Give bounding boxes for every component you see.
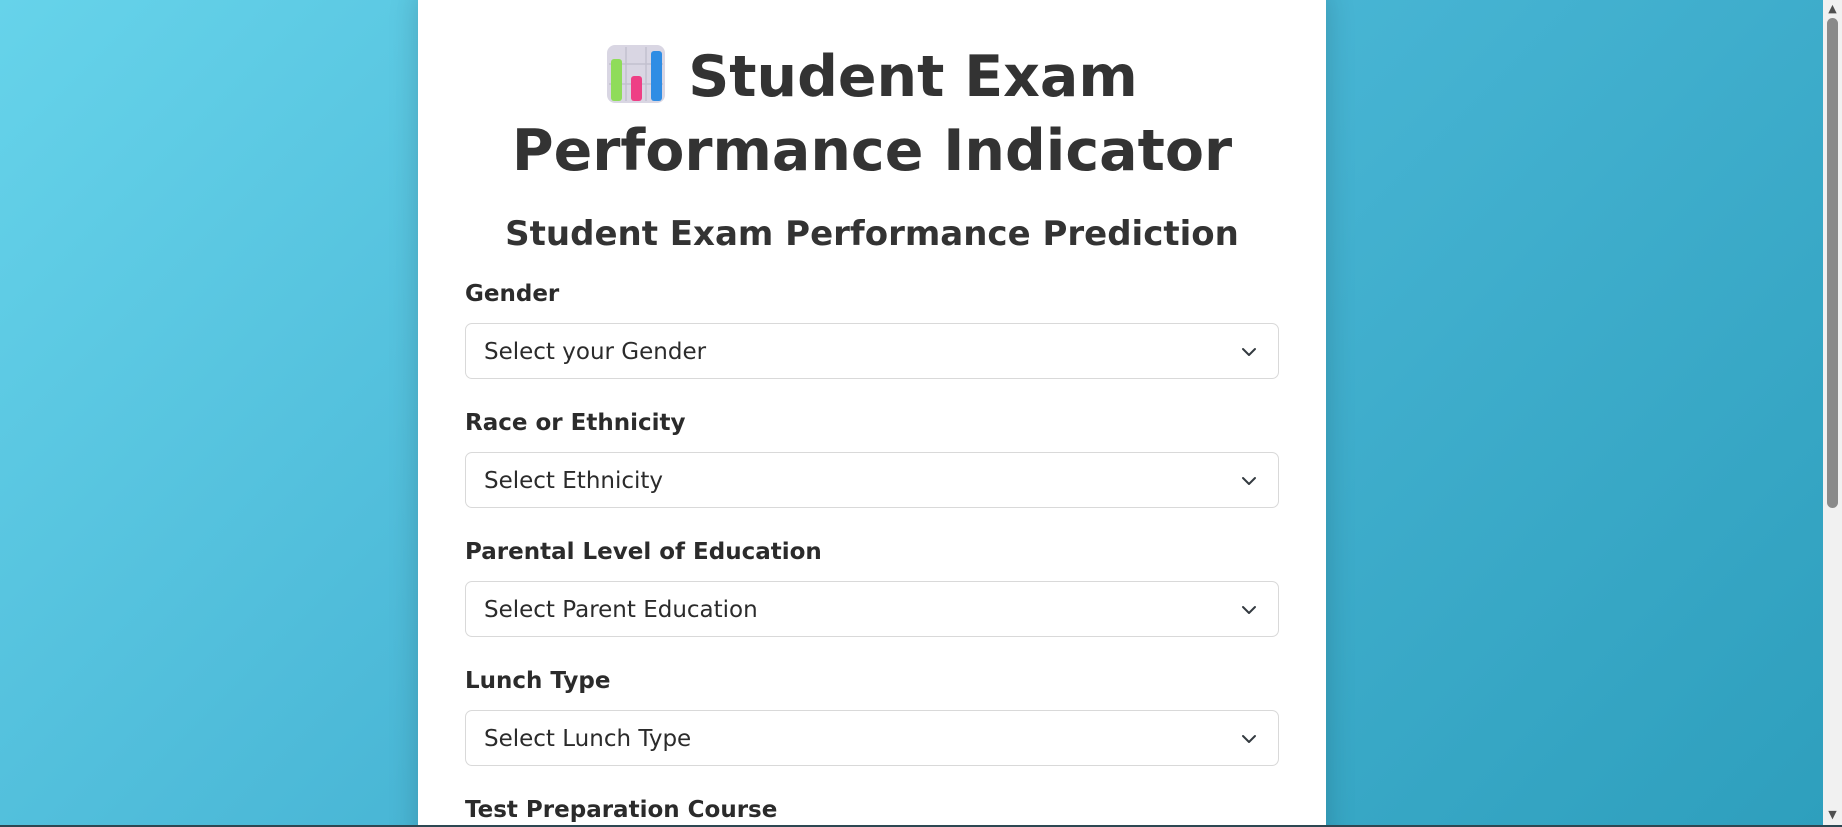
page-title: Student Exam Performance Indicator (418, 40, 1326, 188)
scroll-up-arrow-icon[interactable]: ▲ (1823, 0, 1842, 17)
parent-education-label: Parental Level of Education (465, 539, 822, 565)
bar-chart-icon (607, 45, 666, 103)
gender-select-value: Select your Gender (484, 339, 707, 365)
chevron-down-icon (1242, 735, 1256, 743)
form-card: Student Exam Performance Indicator Stude… (418, 0, 1326, 825)
gender-field-group: Gender Select your Gender (465, 280, 1279, 379)
lunch-type-select[interactable]: Select Lunch Type (465, 710, 1279, 766)
lunch-type-label: Lunch Type (465, 668, 611, 694)
ethnicity-label: Race or Ethnicity (465, 410, 686, 436)
parent-education-select-value: Select Parent Education (484, 597, 758, 623)
chevron-down-icon (1242, 348, 1256, 356)
scrollbar-thumb[interactable] (1827, 18, 1838, 508)
gender-label: Gender (465, 281, 560, 307)
vertical-scrollbar[interactable]: ▲ ▼ (1823, 0, 1842, 825)
chevron-down-icon (1242, 606, 1256, 614)
ethnicity-select-value: Select Ethnicity (484, 468, 664, 494)
gender-select[interactable]: Select your Gender (465, 323, 1279, 379)
scroll-down-arrow-icon[interactable]: ▼ (1823, 806, 1842, 823)
test-prep-label: Test Preparation Course (465, 797, 778, 823)
page-title-line-1: Student Exam (418, 40, 1326, 114)
page-background: Student Exam Performance Indicator Stude… (0, 0, 1823, 825)
parent-education-field-group: Parental Level of Education Select Paren… (465, 538, 1279, 637)
lunch-type-field-group: Lunch Type Select Lunch Type (465, 667, 1279, 766)
chevron-down-icon (1242, 477, 1256, 485)
test-prep-field-group: Test Preparation Course (465, 796, 1279, 824)
ethnicity-field-group: Race or Ethnicity Select Ethnicity (465, 409, 1279, 508)
ethnicity-select[interactable]: Select Ethnicity (465, 452, 1279, 508)
lunch-type-select-value: Select Lunch Type (484, 726, 692, 752)
page-title-text-1: Student Exam (688, 44, 1138, 110)
page-title-line-2: Performance Indicator (511, 118, 1233, 184)
form-heading: Student Exam Performance Prediction (505, 214, 1239, 254)
parent-education-select[interactable]: Select Parent Education (465, 581, 1279, 637)
